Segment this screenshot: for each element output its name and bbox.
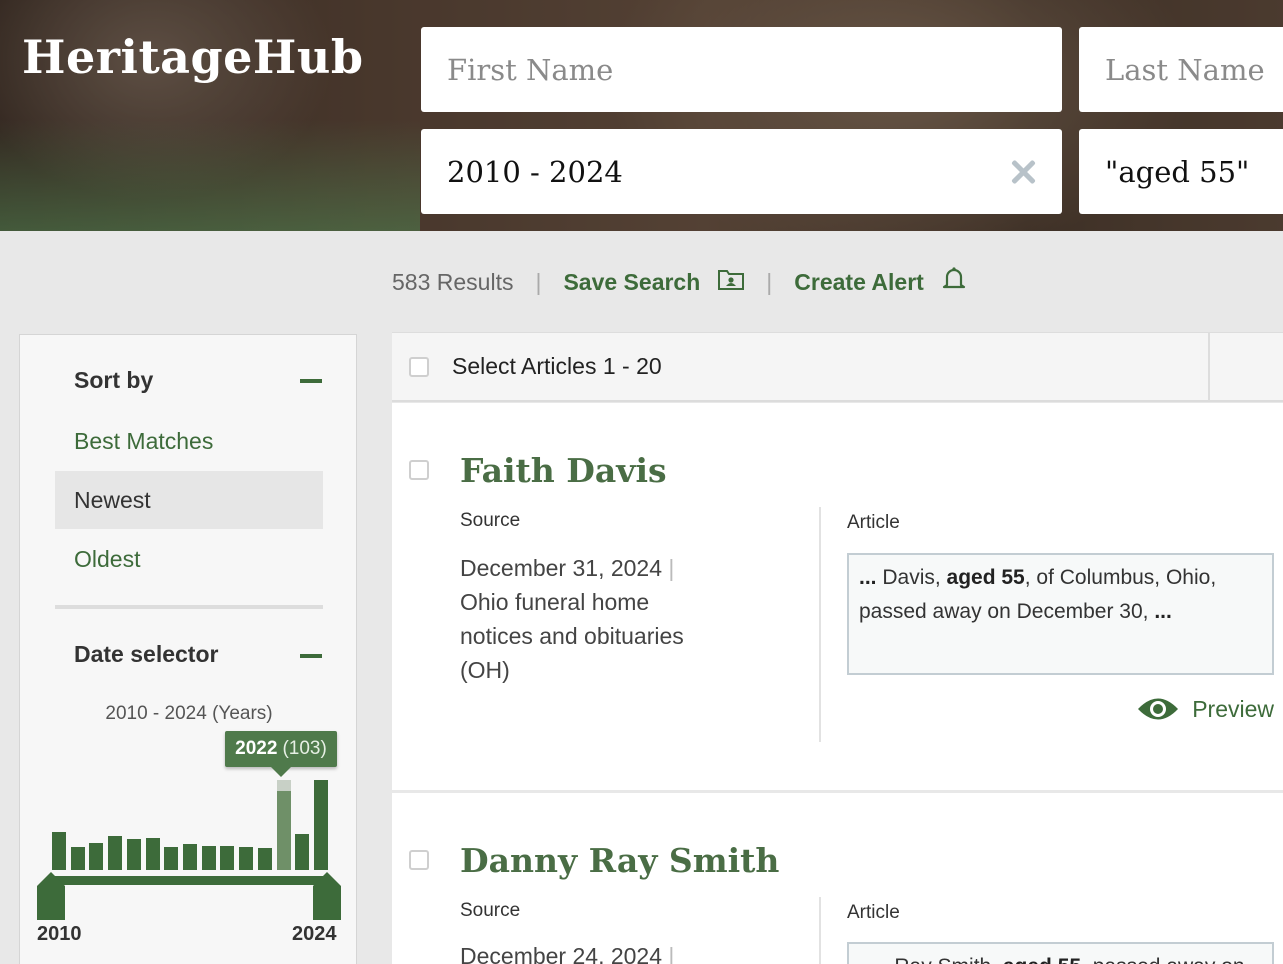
snippet-ellipsis-end: ... (1154, 600, 1172, 623)
date-slider-end-handle[interactable] (313, 872, 341, 920)
sidebar-divider (55, 605, 323, 609)
tooltip-year: 2022 (235, 738, 278, 759)
create-alert-link[interactable]: Create Alert (794, 269, 924, 296)
histogram-bar[interactable] (89, 843, 104, 870)
article-title[interactable]: Danny Ray Smith (460, 841, 779, 880)
snippet-ellipsis-start: ... (871, 955, 894, 964)
histogram-bar[interactable] (70, 847, 85, 870)
snippet-text-start: Davis, (882, 566, 947, 589)
date-range-label: 2010 - 2024 (Years) (105, 703, 273, 724)
hero-photo-green-area (0, 120, 420, 231)
results-toolbar: 583 Results | Save Search | Create Alert (392, 262, 966, 302)
article-snippet[interactable]: ... Ray Smith, aged 55, passed away on (847, 942, 1274, 964)
histogram-bar[interactable] (126, 839, 141, 870)
article-snippet[interactable]: ... Davis, aged 55, of Columbus, Ohio, p… (847, 553, 1274, 675)
source-separator: | (668, 943, 675, 964)
snippet-highlight: aged 55 (1003, 955, 1081, 964)
histogram-bar[interactable] (183, 844, 197, 870)
toolbar-separator: | (535, 268, 542, 295)
preview-button[interactable]: Preview (1136, 694, 1274, 724)
histogram-bar[interactable] (314, 780, 328, 870)
histogram-bar[interactable] (201, 846, 216, 870)
histogram-bar[interactable] (220, 846, 235, 870)
sort-option-newest[interactable]: Newest (55, 471, 323, 529)
first-name-input[interactable]: First Name (421, 27, 1062, 112)
results-count: 583 Results (392, 268, 514, 295)
select-articles-bar: Select Articles 1 - 20 (392, 332, 1283, 402)
source-details: December 24, 2024 | (460, 939, 760, 964)
tooltip-count: (103) (282, 738, 327, 759)
histogram-bar-highlight (276, 780, 291, 791)
source-date: December 31, 2024 (460, 555, 663, 581)
histogram-bar[interactable] (257, 848, 272, 870)
article-card: Faith Davis Source December 31, 2024 | O… (392, 403, 1283, 790)
date-range-input[interactable]: 2010 - 2024 (421, 129, 1062, 214)
source-date-line: December 31, 2024 | (460, 551, 760, 585)
snippet-highlight: aged 55 (946, 566, 1025, 589)
save-search-link[interactable]: Save Search (563, 269, 700, 296)
source-name-line-3: (OH) (460, 657, 510, 683)
source-separator: | (668, 555, 675, 581)
histogram-bar[interactable] (108, 836, 123, 870)
source-name-line-2: notices and obituaries (460, 623, 684, 649)
date-histogram[interactable] (52, 775, 328, 870)
last-name-input[interactable]: Last Name (1079, 27, 1283, 112)
date-slider-start-handle[interactable] (37, 872, 65, 920)
article-label: Article (847, 512, 900, 533)
snippet-ellipsis-start: ... (859, 566, 883, 589)
sort-option-best-matches[interactable]: Best Matches (55, 412, 323, 470)
date-slider-track[interactable] (52, 876, 326, 885)
bell-icon[interactable] (942, 266, 966, 298)
source-date-line: December 24, 2024 | (460, 939, 760, 964)
source-date: December 24, 2024 (460, 943, 663, 964)
date-range-value: 2010 - 2024 (447, 154, 623, 189)
article-checkbox[interactable] (409, 460, 429, 480)
clear-date-icon[interactable] (1008, 157, 1038, 187)
slider-end-label: 2024 (292, 923, 337, 945)
column-divider (819, 897, 821, 964)
keyword-input[interactable]: "aged 55" (1079, 129, 1283, 214)
eye-icon (1138, 698, 1179, 720)
source-details: December 31, 2024 | Ohio funeral home no… (460, 551, 760, 687)
article-checkbox[interactable] (409, 850, 429, 870)
toolbar-separator: | (766, 268, 773, 295)
histogram-bar[interactable] (52, 832, 66, 870)
source-name-line-1: Ohio funeral home (460, 589, 650, 615)
search-header: HeritageHub First Name Last Name 2010 - … (0, 0, 1283, 231)
histogram-bar[interactable] (276, 780, 291, 870)
snippet-text-start: Ray Smith, (894, 955, 1003, 964)
snippet-text-end: , passed away on (1081, 955, 1244, 964)
article-label: Article (847, 902, 900, 923)
sort-collapse-icon[interactable] (300, 379, 322, 383)
toolbar-divider (1208, 333, 1210, 401)
filters-sidebar: Sort by Best Matches Newest Oldest Date … (19, 334, 357, 964)
article-card: Danny Ray Smith Source December 24, 2024… (392, 793, 1283, 964)
select-all-checkbox[interactable] (409, 357, 429, 377)
slider-start-label: 2010 (37, 923, 82, 945)
sort-option-oldest[interactable]: Oldest (55, 530, 323, 588)
histogram-tooltip: 2022 (103) (225, 731, 337, 777)
folder-user-icon[interactable] (718, 268, 745, 296)
date-selector-title: Date selector (74, 641, 219, 667)
select-articles-label: Select Articles 1 - 20 (452, 353, 662, 379)
source-label: Source (460, 510, 521, 531)
source-label: Source (460, 900, 521, 921)
site-logo[interactable]: HeritageHub (22, 30, 364, 84)
preview-label: Preview (1192, 695, 1274, 722)
column-divider (819, 507, 821, 742)
histogram-bar[interactable] (145, 838, 160, 870)
sort-by-title: Sort by (74, 367, 154, 393)
histogram-bar[interactable] (239, 847, 254, 870)
histogram-bar[interactable] (164, 847, 179, 870)
article-title[interactable]: Faith Davis (460, 451, 667, 490)
histogram-bar[interactable] (295, 834, 310, 870)
date-collapse-icon[interactable] (300, 654, 322, 658)
